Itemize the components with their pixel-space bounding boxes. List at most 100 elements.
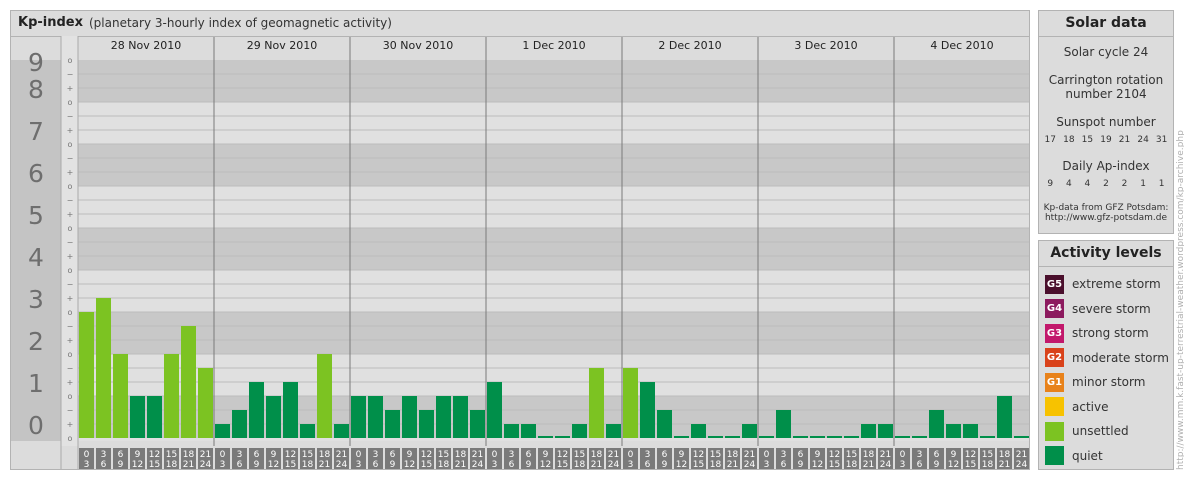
hour-end-label: 9: [934, 460, 940, 469]
kp-bar-chart: o+−o+−o+−o+−o+−o+−o+−o+−o+−o012345678928…: [11, 36, 1029, 469]
sunspot-value: 19: [1100, 135, 1112, 145]
y-subtick-label: o: [68, 56, 73, 65]
hour-start-label: 6: [798, 450, 804, 460]
y-subtick-label: o: [68, 350, 73, 359]
activity-level-item: unsettled: [1045, 420, 1129, 442]
y-subtick-label: o: [68, 140, 73, 149]
hour-end-label: 21: [319, 460, 330, 469]
sunspot-value: 15: [1081, 135, 1094, 145]
ap-value: 9: [1047, 179, 1054, 189]
activity-level-label: minor storm: [1072, 375, 1146, 389]
hour-start-label: 9: [135, 450, 141, 460]
hour-start-label: 21: [608, 450, 619, 460]
sunspot-values: 17 18 15 19 21 24 31: [1039, 135, 1173, 145]
hour-end-label: 18: [574, 460, 586, 469]
kp-band: [78, 438, 1029, 441]
y-tick-label: 2: [28, 327, 44, 356]
kp-band: [78, 270, 1029, 312]
hour-start-label: 15: [982, 450, 993, 460]
kp-bar: [470, 409, 485, 438]
sunspot-value: 24: [1137, 135, 1149, 145]
kp-bar: [79, 312, 94, 438]
hour-start-label: 21: [472, 450, 483, 460]
solar-data-panel: Solar data Solar cycle 24 Carrington rot…: [1038, 10, 1174, 234]
kp-bar: [674, 436, 689, 438]
y-subtick-label: +: [67, 294, 74, 303]
kp-bar: [572, 424, 587, 438]
hour-end-label: 9: [798, 460, 804, 469]
y-subtick-label: o: [68, 266, 73, 275]
ap-value: 1: [1158, 179, 1165, 189]
kp-bar: [742, 424, 757, 438]
y-tick-label: 7: [28, 117, 44, 146]
kp-bar: [725, 436, 740, 438]
kp-bar: [419, 409, 434, 438]
hour-start-label: 3: [101, 450, 107, 460]
hour-start-label: 15: [574, 450, 585, 460]
hour-end-label: 9: [526, 460, 532, 469]
hour-end-label: 15: [421, 460, 432, 469]
hour-start-label: 15: [710, 450, 721, 460]
hour-start-label: 6: [526, 450, 532, 460]
hour-start-label: 12: [693, 450, 704, 460]
hour-end-label: 18: [982, 460, 994, 469]
hour-end-label: 6: [509, 460, 515, 469]
hour-start-label: 21: [1016, 450, 1027, 460]
carrington-line1: Carrington rotation: [1048, 73, 1164, 87]
kp-band: [78, 354, 1029, 396]
y-subtick-label: o: [68, 224, 73, 233]
source-link[interactable]: http://www.gfz-potsdam.de: [1039, 213, 1173, 223]
activity-level-item: active: [1045, 396, 1108, 418]
hour-start-label: 9: [951, 450, 957, 460]
y-subtick-label: +: [67, 336, 74, 345]
kp-bar: [912, 436, 927, 438]
activity-levels-title: Activity levels: [1039, 241, 1173, 267]
kp-bar: [555, 436, 570, 438]
hour-start-label: 18: [319, 450, 331, 460]
kp-bar: [640, 382, 655, 438]
activity-level-label: active: [1072, 399, 1109, 414]
kp-bar: [402, 396, 417, 438]
hour-start-label: 6: [254, 450, 260, 460]
hour-start-label: 12: [965, 450, 976, 460]
activity-level-label: strong storm: [1072, 326, 1149, 340]
sunspot-label: Sunspot number: [1056, 115, 1156, 129]
hour-start-label: 9: [407, 450, 413, 460]
hour-start-label: 9: [271, 450, 277, 460]
hour-end-label: 24: [1016, 460, 1028, 469]
day-label: 1 Dec 2010: [522, 39, 585, 52]
hour-start-label: 0: [84, 450, 90, 460]
hour-end-label: 6: [101, 460, 107, 469]
y-subtick-label: o: [68, 182, 73, 191]
kp-index-panel: Kp-index (planetary 3-hourly index of ge…: [10, 10, 1030, 470]
y-subtick-label: o: [68, 98, 73, 107]
hour-end-label: 3: [220, 460, 226, 469]
kp-bar: [963, 424, 978, 438]
kp-bar: [96, 298, 111, 438]
hour-start-label: 21: [744, 450, 755, 460]
y-subtick-label: −: [67, 280, 74, 289]
hour-end-label: 12: [132, 460, 143, 469]
y-tick-label: 3: [28, 285, 44, 314]
hour-start-label: 15: [846, 450, 857, 460]
kp-bar: [334, 424, 349, 438]
source-line1: Kp-data from GFZ Potsdam:: [1043, 203, 1169, 213]
hour-start-label: 3: [237, 450, 243, 460]
activity-level-item: G4 severe storm: [1045, 298, 1151, 320]
kp-bar: [776, 409, 791, 438]
hour-end-label: 21: [591, 460, 602, 469]
day-label: 4 Dec 2010: [930, 39, 993, 52]
y-subtick-label: o: [68, 308, 73, 317]
activity-level-swatch: [1045, 446, 1064, 465]
kp-bar: [589, 367, 604, 438]
y-subtick-label: −: [67, 196, 74, 205]
hour-end-label: 3: [356, 460, 362, 469]
hour-start-label: 21: [200, 450, 211, 460]
hour-start-label: 6: [118, 450, 124, 460]
kp-band: [78, 102, 1029, 144]
hour-end-label: 24: [880, 460, 892, 469]
kp-bar: [606, 424, 621, 438]
kp-bar: [368, 396, 383, 438]
hour-end-label: 18: [846, 460, 858, 469]
kp-bar: [793, 436, 808, 438]
